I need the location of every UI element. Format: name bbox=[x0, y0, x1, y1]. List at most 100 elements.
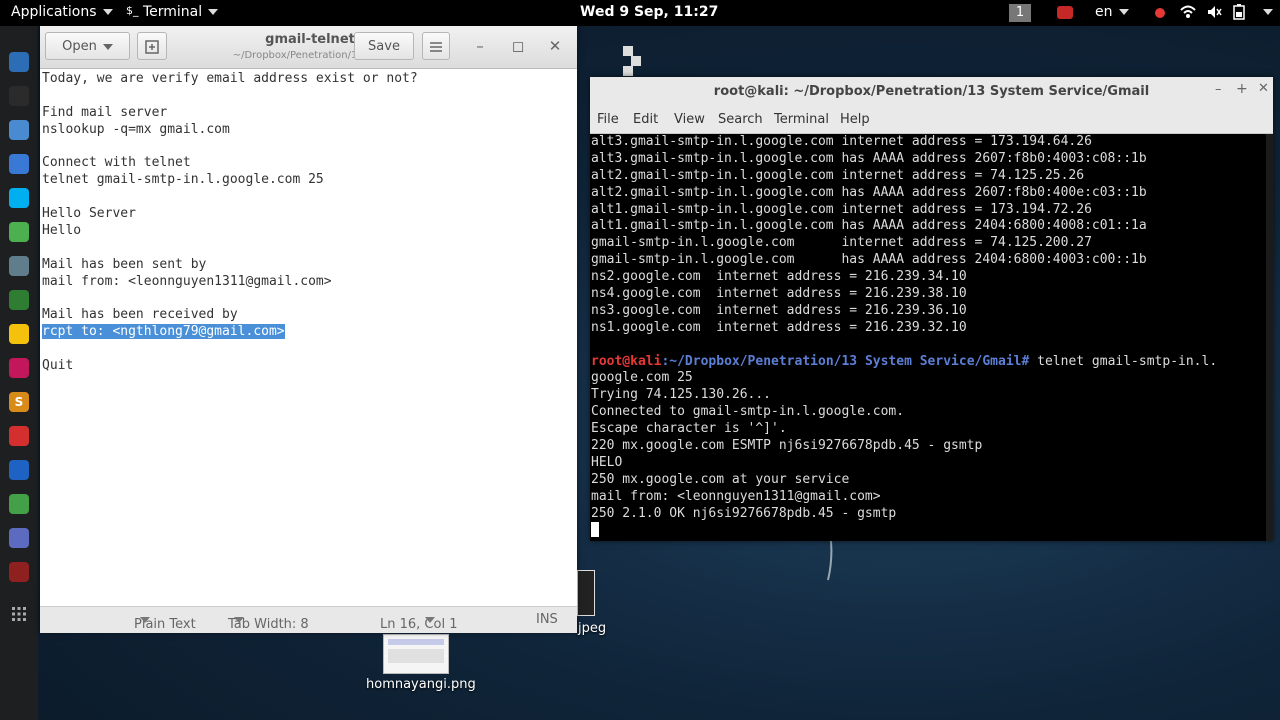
terminal-line: alt3.gmail-smtp-in.l.google.com internet… bbox=[591, 134, 1092, 149]
terminal-app-label: Terminal bbox=[142, 4, 203, 20]
terminal-line: ns3.google.com internet address = 216.23… bbox=[591, 302, 967, 318]
text-editor-icon[interactable] bbox=[9, 528, 29, 548]
crossover-icon[interactable] bbox=[9, 426, 29, 446]
files-icon[interactable] bbox=[9, 120, 29, 140]
applications-label: Applications bbox=[11, 4, 97, 20]
chevron-down-icon bbox=[425, 617, 435, 623]
editor-line: Hello bbox=[42, 223, 575, 240]
screen-recorder-icon[interactable] bbox=[1057, 6, 1073, 19]
applications-menu[interactable]: Applications bbox=[11, 4, 113, 20]
editor-line-text: Hello bbox=[42, 223, 82, 239]
terminal-line: ns4.google.com internet address = 216.23… bbox=[591, 286, 967, 302]
editor-line-text: Mail has been sent by bbox=[42, 256, 207, 272]
command-text: telnet gmail-smtp-in.l. bbox=[1029, 353, 1218, 369]
editor-line: Mail has been sent by bbox=[42, 257, 575, 274]
editor-line: rcpt to: <ngthlong79@gmail.com> bbox=[42, 324, 575, 341]
new-document-button[interactable] bbox=[137, 32, 167, 60]
puzzle-icon[interactable] bbox=[9, 494, 29, 514]
terminal-output[interactable]: alt3.gmail-smtp-in.l.google.com internet… bbox=[591, 134, 1266, 541]
settings-icon[interactable] bbox=[9, 358, 29, 378]
menu-help[interactable]: Help bbox=[840, 112, 870, 127]
editor-line-text: Find mail server bbox=[42, 104, 168, 120]
maximize-button[interactable]: + bbox=[1236, 81, 1248, 97]
app-grid-icon[interactable] bbox=[9, 604, 29, 624]
messenger-icon[interactable] bbox=[9, 154, 29, 174]
desktop-file-label[interactable]: jpeg bbox=[578, 621, 606, 636]
text-editor-area[interactable]: Today, we are verify email address exist… bbox=[40, 69, 577, 607]
desktop-file-icon[interactable] bbox=[617, 44, 647, 78]
skype-icon[interactable] bbox=[9, 188, 29, 208]
record-icon[interactable] bbox=[1155, 8, 1165, 18]
terminal-scrollbar[interactable] bbox=[1266, 134, 1273, 541]
camera-icon[interactable] bbox=[9, 256, 29, 276]
save-button[interactable]: Save bbox=[354, 32, 414, 60]
menu-view[interactable]: View bbox=[674, 112, 705, 127]
hamburger-menu-button[interactable] bbox=[422, 32, 450, 60]
editor-line-text: nslookup -q=mx gmail.com bbox=[42, 121, 230, 137]
globe-icon[interactable] bbox=[9, 460, 29, 480]
terminal-app-menu[interactable]: $_ Terminal bbox=[126, 4, 219, 20]
editor-line: nslookup -q=mx gmail.com bbox=[42, 122, 575, 139]
system-menu[interactable] bbox=[1257, 4, 1273, 20]
s-app-icon[interactable]: S bbox=[9, 392, 29, 412]
open-label: Open bbox=[62, 39, 97, 54]
desktop-jpeg-thumbnail[interactable] bbox=[577, 570, 595, 616]
battery-icon[interactable] bbox=[1232, 4, 1246, 24]
cursor-position-label: Ln 16, Col 1 bbox=[380, 617, 458, 632]
editor-line: Quit bbox=[42, 358, 575, 375]
close-button[interactable]: ✕ bbox=[547, 37, 563, 55]
editor-line-text: Quit bbox=[42, 358, 74, 374]
editor-line-text: telnet gmail-smtp-in.l.google.com 25 bbox=[42, 172, 324, 188]
menu-icon bbox=[430, 42, 442, 52]
terminal-line: ns1.google.com internet address = 216.23… bbox=[591, 319, 967, 335]
menu-edit[interactable]: Edit bbox=[633, 112, 658, 127]
terminal-line: gmail-smtp-in.l.google.com internet addr… bbox=[591, 235, 1092, 251]
terminal-line: HELO bbox=[591, 454, 623, 470]
volume-icon[interactable] bbox=[1206, 4, 1222, 24]
network-icon[interactable] bbox=[1180, 4, 1196, 24]
iceweasel-icon[interactable] bbox=[9, 52, 29, 72]
minimize-button[interactable]: – bbox=[1215, 82, 1222, 97]
terminal-icon[interactable] bbox=[9, 86, 29, 106]
terminal-line: alt1.gmail-smtp-in.l.google.com internet… bbox=[591, 201, 1092, 217]
editor-line-text: Connect with telnet bbox=[42, 155, 191, 171]
maximize-button[interactable]: ◻ bbox=[510, 37, 526, 55]
close-button[interactable]: ✕ bbox=[1258, 81, 1269, 96]
editor-line: mail from: <leonnguyen1311@gmail.com> bbox=[42, 274, 575, 291]
gedit-window: Open gmail-telnet ~/Dropbox/Penetration/… bbox=[40, 26, 577, 633]
app-green-icon[interactable] bbox=[9, 290, 29, 310]
chevron-down-icon bbox=[1118, 9, 1129, 15]
terminal-window: root@kali: ~/Dropbox/Penetration/13 Syst… bbox=[590, 77, 1273, 541]
editor-line: Today, we are verify email address exist… bbox=[42, 71, 575, 88]
menu-terminal[interactable]: Terminal bbox=[774, 112, 829, 127]
editor-line: Hello Server bbox=[42, 206, 575, 223]
terminal-line bbox=[591, 522, 1266, 539]
chevron-down-icon bbox=[102, 9, 113, 15]
gedit-headerbar: Open gmail-telnet ~/Dropbox/Penetration/… bbox=[40, 26, 577, 69]
insert-mode: INS bbox=[536, 612, 558, 627]
minimize-button[interactable]: – bbox=[472, 37, 488, 55]
terminal-line: alt3.gmail-smtp-in.l.google.com has AAAA… bbox=[591, 150, 1147, 166]
document-icon[interactable] bbox=[9, 222, 29, 242]
terminal-line: gmail-smtp-in.l.google.com has AAAA addr… bbox=[591, 252, 1147, 268]
terminal-cursor bbox=[591, 522, 599, 538]
language-selector[interactable]: en bbox=[1095, 4, 1129, 20]
clock[interactable]: Wed 9 Sep, 11:27 bbox=[580, 4, 718, 20]
menu-search[interactable]: Search bbox=[718, 112, 763, 127]
notes-icon[interactable] bbox=[9, 324, 29, 344]
menu-file[interactable]: File bbox=[597, 112, 619, 127]
editor-line: Find mail server bbox=[42, 105, 575, 122]
screenshot-icon[interactable] bbox=[9, 562, 29, 582]
terminal-line: alt1.gmail-smtp-in.l.google.com has AAAA… bbox=[591, 218, 1147, 234]
terminal-line: Connected to gmail-smtp-in.l.google.com. bbox=[591, 404, 905, 420]
open-button[interactable]: Open bbox=[45, 32, 130, 60]
homnayangi-thumbnail[interactable] bbox=[383, 634, 449, 674]
homnayangi-label[interactable]: homnayangi.png bbox=[366, 677, 476, 692]
chevron-down-icon bbox=[234, 617, 244, 623]
terminal-small-icon: $_ bbox=[126, 4, 139, 17]
workspace-indicator[interactable]: 1 bbox=[1009, 4, 1031, 22]
